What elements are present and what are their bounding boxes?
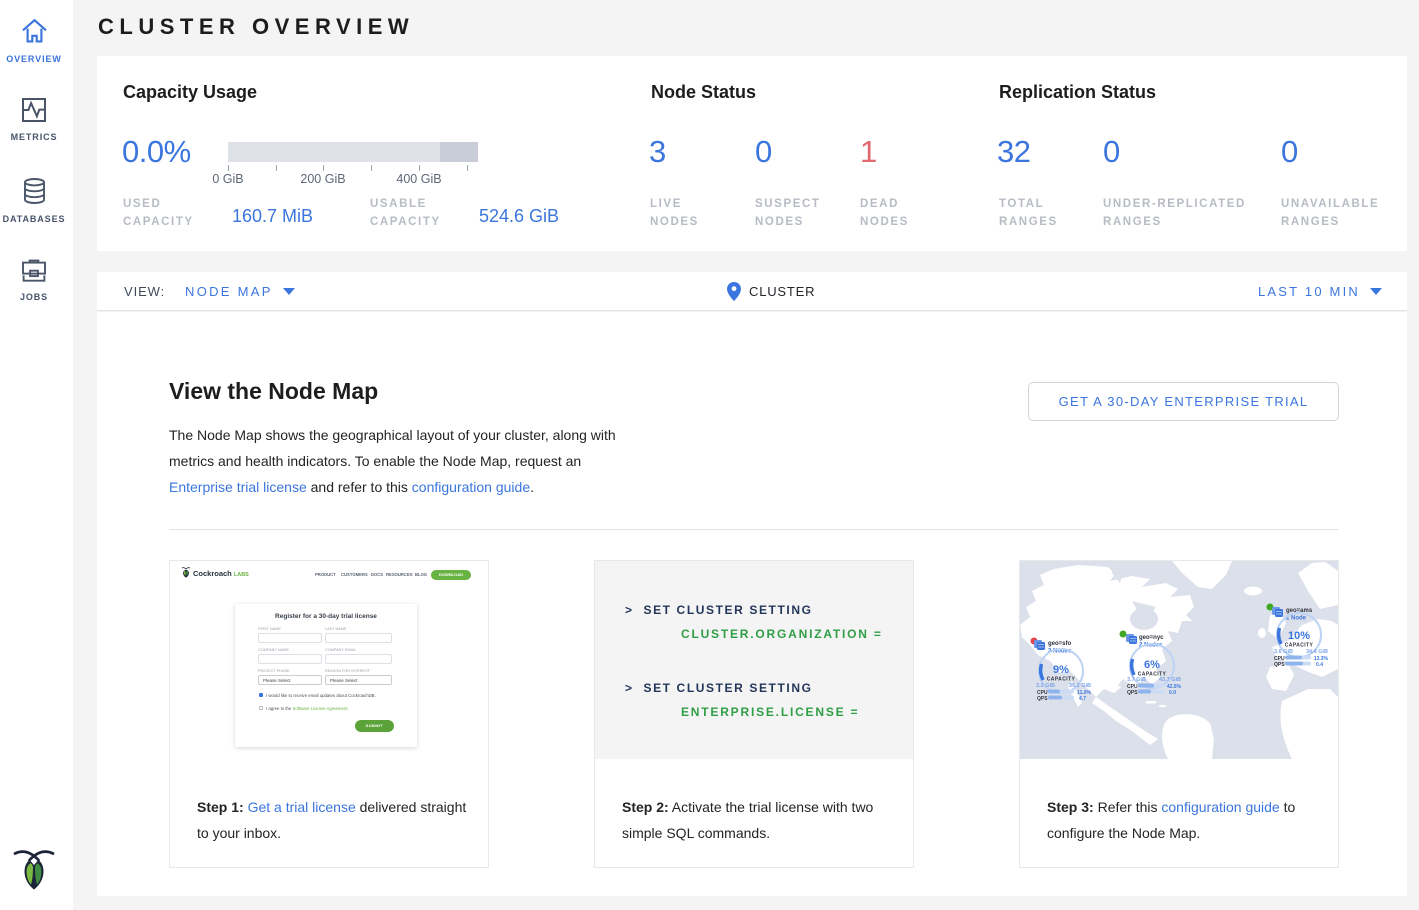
svg-text:3.7 GiB: 3.7 GiB bbox=[1127, 677, 1146, 683]
svg-text:6%: 6% bbox=[1144, 659, 1160, 671]
svg-text:9%: 9% bbox=[1053, 664, 1069, 676]
svg-text:4.7: 4.7 bbox=[1079, 696, 1086, 702]
svg-text:QPS: QPS bbox=[1037, 696, 1048, 702]
svg-text:3.6 GiB: 3.6 GiB bbox=[1274, 649, 1293, 655]
svg-text:34.4 GiB: 34.4 GiB bbox=[1306, 649, 1328, 655]
svg-text:0.0: 0.0 bbox=[1169, 690, 1176, 696]
svg-text:geo=sfo: geo=sfo bbox=[1048, 641, 1072, 647]
svg-text:10%: 10% bbox=[1288, 630, 1310, 642]
svg-text:43.7 GiB: 43.7 GiB bbox=[1159, 677, 1181, 683]
svg-text:35.1 GiB: 35.1 GiB bbox=[1069, 683, 1091, 689]
svg-text:QPS: QPS bbox=[1127, 690, 1138, 696]
svg-text:0.4: 0.4 bbox=[1316, 662, 1323, 668]
svg-text:3.2 GiB: 3.2 GiB bbox=[1036, 683, 1055, 689]
svg-text:QPS: QPS bbox=[1274, 662, 1285, 668]
svg-text:CAPACITY: CAPACITY bbox=[1285, 643, 1314, 649]
svg-text:CAPACITY: CAPACITY bbox=[1047, 677, 1076, 683]
svg-text:geo=nyc: geo=nyc bbox=[1139, 635, 1164, 641]
